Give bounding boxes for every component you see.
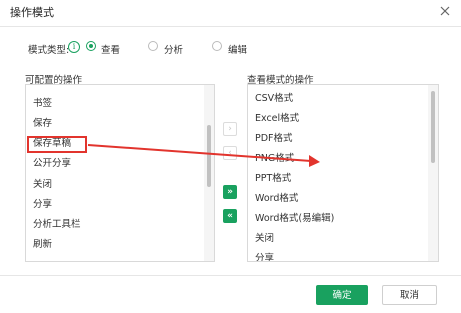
list-item[interactable]: Word格式 <box>255 191 298 207</box>
header-divider <box>0 26 461 27</box>
move-right-button[interactable]: › <box>223 122 237 136</box>
move-all-right-button[interactable]: » <box>223 185 237 199</box>
right-scrollbar[interactable] <box>428 85 438 261</box>
list-item[interactable]: CSV格式 <box>255 91 293 107</box>
list-item[interactable]: 关闭 <box>255 231 274 247</box>
radio-analyze-label[interactable]: 分析 <box>164 42 183 56</box>
highlight-box <box>27 136 87 153</box>
mode-dialog: 操作模式 模式类型: i 查看 分析 编辑 可配置的操作 查看模式的操作 ···… <box>0 0 461 313</box>
view-mode-operations-list[interactable]: CSV格式 Excel格式 PDF格式 PNG格式 PPT格式 Word格式 W… <box>247 84 439 262</box>
radio-edit[interactable] <box>212 41 222 51</box>
list-item-partial: ··· <box>33 84 43 90</box>
ok-button[interactable]: 确定 <box>316 285 368 305</box>
move-all-left-button[interactable]: « <box>223 209 237 223</box>
radio-analyze[interactable] <box>148 41 158 51</box>
left-scrollbar-thumb[interactable] <box>207 125 211 187</box>
list-item[interactable]: PDF格式 <box>255 131 293 147</box>
list-item[interactable]: 保存 <box>33 116 52 132</box>
info-icon[interactable]: i <box>68 41 80 53</box>
list-item[interactable]: 书签 <box>33 96 52 112</box>
list-item[interactable]: 刷新 <box>33 237 52 253</box>
radio-view-label[interactable]: 查看 <box>101 42 120 56</box>
list-item[interactable]: PNG格式 <box>255 151 294 167</box>
list-item[interactable]: 分享 <box>33 197 52 213</box>
list-item[interactable]: 关闭 <box>33 177 52 193</box>
mode-type-label: 模式类型: <box>28 45 70 56</box>
radio-view[interactable] <box>86 41 96 51</box>
cancel-button[interactable]: 取消 <box>382 285 437 305</box>
left-scrollbar[interactable] <box>204 85 214 261</box>
move-left-button[interactable]: ‹ <box>223 146 237 160</box>
right-scrollbar-thumb[interactable] <box>431 91 435 163</box>
footer-divider <box>0 275 461 276</box>
radio-edit-label[interactable]: 编辑 <box>228 42 247 56</box>
dialog-title: 操作模式 <box>10 6 54 19</box>
list-item[interactable]: Word格式(易编辑) <box>255 211 334 227</box>
list-item[interactable]: Excel格式 <box>255 111 299 127</box>
list-item[interactable]: 公开分享 <box>33 156 71 172</box>
close-icon[interactable] <box>438 4 452 18</box>
list-item-partial: ··· <box>33 256 42 261</box>
list-item[interactable]: PPT格式 <box>255 171 291 187</box>
list-item[interactable]: 分享 <box>255 251 274 261</box>
available-operations-list[interactable]: ··· 书签 保存 保存草稿 公开分享 关闭 分享 分析工具栏 刷新 ··· <box>25 84 215 262</box>
list-item[interactable]: 分析工具栏 <box>33 217 81 233</box>
